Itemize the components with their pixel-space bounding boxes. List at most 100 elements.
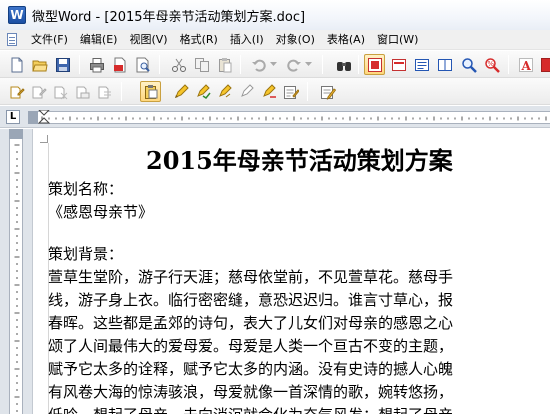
find-button[interactable] <box>333 54 354 75</box>
svg-text:%: % <box>487 60 494 68</box>
track-changes-button[interactable] <box>317 81 338 102</box>
field-shading-icon <box>76 86 89 98</box>
object-toolbar <box>0 78 550 105</box>
vruler-ticks <box>14 144 20 412</box>
zoom-percent-button[interactable]: % <box>481 54 502 75</box>
highlight-button[interactable] <box>170 81 191 102</box>
highlighter-icon <box>174 83 189 98</box>
chevron-down-icon <box>269 62 277 66</box>
redo-icon <box>286 59 301 72</box>
reading-view-button[interactable] <box>434 54 455 75</box>
highlighter-clear-icon <box>240 83 254 97</box>
menu-view[interactable]: 视图(V) <box>123 31 173 49</box>
highlight-clear-button[interactable] <box>236 81 257 102</box>
document-line: 策划背景： <box>48 245 124 263</box>
document-title: 2015年母亲节活动策划方案 <box>146 146 453 175</box>
highlighter-all-icon <box>262 83 276 98</box>
margin-corner-mark <box>40 135 48 143</box>
highlight-all-button[interactable] <box>258 81 279 102</box>
web-view-button[interactable] <box>388 54 409 75</box>
undo-dropdown[interactable] <box>268 54 278 75</box>
toolbar-separator <box>322 55 323 74</box>
menu-edit[interactable]: 编辑(E) <box>74 31 124 49</box>
document-line: 赋予它太多的诠释，赋予它太多的内涵。没有史诗的撼人心魄 <box>48 360 454 378</box>
document-line: 《感恩母亲节》 <box>48 203 154 221</box>
document-page[interactable]: 2015年母亲节活动策划方案 策划名称： 《感恩母亲节》 策划背景： 萱草生堂阶… <box>34 129 550 414</box>
font-color-button[interactable]: A <box>515 54 536 75</box>
highlighter-back-icon <box>218 83 232 97</box>
delete-field-button[interactable] <box>50 81 71 102</box>
redo-dropdown[interactable] <box>303 54 313 75</box>
insert-field-icon <box>10 86 25 98</box>
open-button[interactable] <box>29 54 50 75</box>
svg-text:A: A <box>520 59 531 73</box>
page-view-button[interactable] <box>364 54 385 75</box>
web-view-icon <box>391 58 406 71</box>
zoom-percent-icon: % <box>484 57 500 73</box>
horizontal-ruler-row: L <box>0 106 550 128</box>
outline-view-icon <box>414 58 429 71</box>
field-code-button[interactable] <box>94 81 115 102</box>
paste-button[interactable] <box>214 54 235 75</box>
menu-table[interactable]: 表格(A) <box>321 31 371 49</box>
copy-button[interactable] <box>191 54 212 75</box>
print-button[interactable] <box>86 54 107 75</box>
document-line: 低吟，想起了母亲，未向消沉就会化为奋气风发；想起了母亲 <box>48 404 453 414</box>
font-dialog-icon <box>540 57 550 72</box>
paste-icon <box>218 57 231 72</box>
undo-button[interactable] <box>248 54 269 75</box>
vruler-margin-area <box>9 129 23 139</box>
magnifier-icon <box>461 57 477 73</box>
horizontal-ruler[interactable] <box>38 110 550 124</box>
comment-button[interactable] <box>280 81 301 102</box>
note-edit-icon <box>283 85 299 99</box>
menu-insert[interactable]: 插入(I) <box>224 31 270 49</box>
edit-field-icon <box>32 86 47 98</box>
cut-button[interactable] <box>168 54 189 75</box>
menu-file[interactable]: 文件(F) <box>25 31 74 49</box>
toolbar-separator <box>121 82 122 101</box>
highlight-prev-button[interactable] <box>214 81 235 102</box>
highlight-next-button[interactable] <box>192 81 213 102</box>
delete-field-icon <box>54 86 67 99</box>
indent-marker-icon[interactable] <box>38 110 50 124</box>
track-changes-icon <box>320 85 336 100</box>
scissors-icon <box>171 58 186 72</box>
print-preview-button[interactable] <box>132 54 153 75</box>
menu-format[interactable]: 格式(R) <box>174 31 224 49</box>
export-pdf-button[interactable] <box>109 54 130 75</box>
app-icon-letter: W <box>10 8 24 22</box>
menu-object[interactable]: 对象(O) <box>270 31 321 49</box>
document-line: 颂了人间最伟大的爱母爱。母爱是人类一个亘古不变的主题， <box>48 337 454 355</box>
pdf-icon <box>113 57 125 72</box>
window-title: 微型Word - [2015年母亲节活动策划方案.doc] <box>32 9 306 25</box>
vertical-ruler-area <box>0 129 33 414</box>
word-app-icon: W <box>8 6 26 24</box>
chevron-down-icon <box>304 62 312 66</box>
toolbar-separator <box>508 55 509 74</box>
document-line: 有风卷大海的惊涛骇浪，母爱就像一首深情的歌，婉转悠扬， <box>48 383 454 401</box>
undo-icon <box>251 59 266 72</box>
clipboard-button[interactable] <box>140 81 161 102</box>
new-document-button[interactable] <box>6 54 27 75</box>
font-dialog-button[interactable] <box>537 54 550 75</box>
document-line: 春晖。这些都是孟郊的诗句，表大了儿女们对母亲的感恩之心 <box>48 314 454 332</box>
redo-button[interactable] <box>283 54 304 75</box>
field-code-icon <box>98 86 111 98</box>
insert-field-button[interactable] <box>6 81 27 102</box>
toolbar-separator <box>358 55 359 74</box>
print-preview-icon <box>136 57 150 72</box>
save-button[interactable] <box>52 54 73 75</box>
edit-field-button[interactable] <box>28 81 49 102</box>
toolbar-separator <box>307 82 308 101</box>
menu-window[interactable]: 窗口(W) <box>371 31 424 49</box>
page-view-icon <box>367 57 382 72</box>
save-icon <box>55 57 70 72</box>
document-icon[interactable] <box>5 32 19 47</box>
vertical-ruler[interactable] <box>9 129 23 414</box>
menu-bar: 文件(F) 编辑(E) 视图(V) 格式(R) 插入(I) 对象(O) 表格(A… <box>0 30 550 50</box>
tab-stop-selector[interactable]: L <box>6 110 20 124</box>
field-shading-button[interactable] <box>72 81 93 102</box>
outline-view-button[interactable] <box>411 54 432 75</box>
zoom-button[interactable] <box>458 54 479 75</box>
